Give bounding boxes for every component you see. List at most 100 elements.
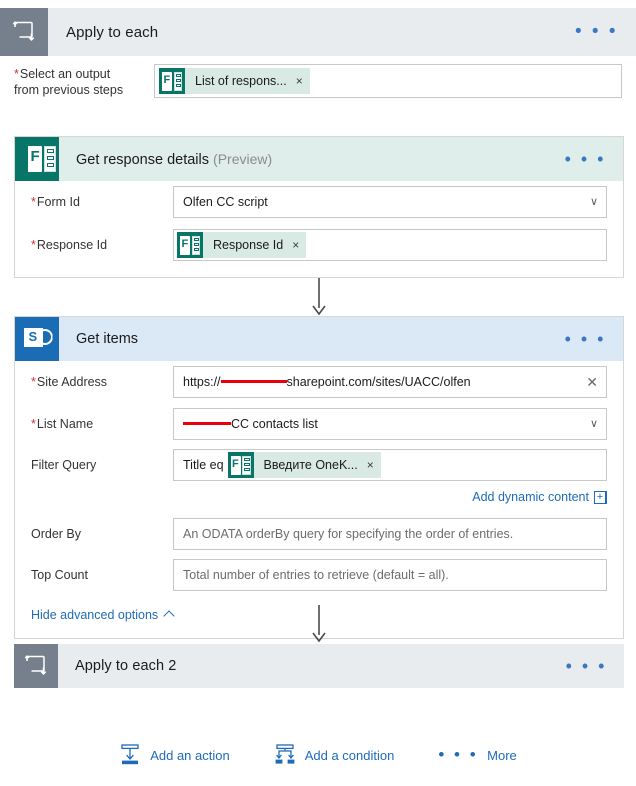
token-chip-remove-icon[interactable]: × bbox=[367, 459, 374, 471]
field-label-text: Order By bbox=[31, 527, 82, 541]
select-output-row: *Select an output from previous steps Li… bbox=[14, 64, 624, 98]
redaction-bar bbox=[220, 379, 287, 383]
add-an-action-label: Add an action bbox=[150, 747, 230, 763]
token-chip-label: Введите OneK... bbox=[263, 458, 358, 472]
field-row-top-count: Top Count Total number of entries to ret… bbox=[15, 556, 623, 594]
add-a-condition-button[interactable]: Add a condition bbox=[274, 744, 395, 766]
field-label-top-count: Top Count bbox=[31, 568, 173, 582]
chevron-down-icon[interactable]: ∨ bbox=[590, 418, 598, 430]
add-an-action-button[interactable]: Add an action bbox=[119, 744, 230, 766]
sharepoint-icon bbox=[15, 317, 59, 361]
loop-icon-glyph bbox=[24, 655, 47, 675]
redaction-bar bbox=[183, 421, 231, 425]
connector-arrow-2 bbox=[311, 605, 327, 643]
microsoft-forms-icon bbox=[177, 232, 203, 258]
microsoft-forms-icon-glyph bbox=[24, 141, 56, 177]
select-output-input[interactable]: List of respons... × bbox=[154, 64, 622, 98]
scope-title: Apply to each 2 bbox=[75, 658, 177, 674]
more-label: More bbox=[487, 747, 517, 763]
action-card-get-items: Get items • • • *Site Address https://sh… bbox=[14, 316, 624, 639]
card-title-text: Get items bbox=[76, 331, 139, 347]
filter-query-text: Title eq bbox=[183, 458, 224, 472]
token-chip-remove-icon[interactable]: × bbox=[292, 239, 299, 251]
ellipsis-icon: • • • bbox=[438, 745, 479, 764]
token-chip-label: List of respons... bbox=[195, 74, 287, 88]
token-chip-response-id[interactable]: Response Id × bbox=[177, 232, 307, 258]
field-label-text: Top Count bbox=[31, 568, 88, 582]
sharepoint-icon-glyph bbox=[23, 326, 53, 353]
field-label-text: Site Address bbox=[36, 375, 108, 389]
site-address-value-suffix: sharepoint.com/sites/UACC/olfen bbox=[286, 375, 471, 389]
card-header-get-items[interactable]: Get items • • • bbox=[15, 317, 623, 361]
field-row-order-by: Order By An ODATA orderBy query for spec… bbox=[15, 512, 623, 556]
microsoft-forms-icon bbox=[15, 137, 59, 181]
token-chip-remove-icon[interactable]: × bbox=[296, 75, 303, 87]
field-label-form-id: *Form Id bbox=[31, 195, 173, 209]
form-id-dropdown[interactable]: Olfen CC script ∨ bbox=[173, 186, 607, 218]
card-header-get-response-details[interactable]: Get response details (Preview) • • • bbox=[15, 137, 623, 181]
response-id-input[interactable]: Response Id × bbox=[173, 229, 607, 261]
scope-header-apply-to-each-2[interactable]: Apply to each 2 • • • bbox=[14, 644, 624, 688]
connector-arrow-1 bbox=[311, 278, 327, 316]
field-row-filter-query: Filter Query Title eq Введите OneK... × bbox=[15, 445, 623, 485]
microsoft-forms-icon bbox=[159, 68, 185, 94]
add-action-icon bbox=[121, 744, 139, 765]
loop-icon bbox=[14, 644, 58, 688]
list-name-dropdown[interactable]: CC contacts list ∨ bbox=[173, 408, 607, 440]
flow-action-bar: Add an action Add a condition • • • More bbox=[0, 738, 636, 772]
required-asterisk: * bbox=[31, 195, 36, 209]
arrow-down-icon bbox=[312, 278, 326, 316]
clear-icon[interactable]: ✕ bbox=[586, 375, 598, 389]
select-output-label: *Select an output from previous steps bbox=[14, 64, 154, 98]
field-row-list-name: *List Name CC contacts list ∨ bbox=[15, 403, 623, 445]
required-asterisk: * bbox=[31, 375, 36, 389]
field-label-order-by: Order By bbox=[31, 527, 173, 541]
add-condition-icon bbox=[275, 744, 295, 764]
field-label-site-address: *Site Address bbox=[31, 375, 173, 389]
token-chip-filter-query[interactable]: Введите OneK... × bbox=[227, 452, 381, 478]
filter-query-input[interactable]: Title eq Введите OneK... × bbox=[173, 449, 607, 481]
card-title-text: Get response details bbox=[76, 151, 209, 168]
required-asterisk: * bbox=[31, 238, 36, 252]
chevron-down-icon[interactable]: ∨ bbox=[590, 196, 598, 208]
add-a-condition-label: Add a condition bbox=[304, 747, 395, 763]
chevron-up-icon[interactable] bbox=[163, 610, 175, 622]
select-output-label-line2: from previous steps bbox=[14, 83, 124, 97]
more-button[interactable]: • • • More bbox=[438, 745, 517, 764]
add-dynamic-content-link[interactable]: Add dynamic content + bbox=[472, 490, 607, 504]
field-label-text: List Name bbox=[36, 417, 94, 431]
scope-header-apply-to-each[interactable]: Apply to each • • • bbox=[0, 8, 636, 56]
field-label-response-id: *Response Id bbox=[31, 238, 173, 252]
top-count-input[interactable]: Total number of entries to retrieve (def… bbox=[173, 559, 607, 591]
field-label-text: Filter Query bbox=[31, 458, 97, 472]
card-menu-button[interactable]: • • • bbox=[565, 150, 606, 168]
scope-menu-button[interactable]: • • • bbox=[575, 22, 618, 41]
field-label-text: Response Id bbox=[36, 238, 108, 252]
add-dynamic-content-row: Add dynamic content + bbox=[15, 490, 623, 504]
loop-icon bbox=[0, 8, 48, 56]
field-label-text: Form Id bbox=[36, 195, 80, 209]
token-chip-list-of-responses[interactable]: List of respons... × bbox=[159, 68, 310, 94]
field-label-list-name: *List Name bbox=[31, 417, 173, 431]
form-id-value: Olfen CC script bbox=[183, 195, 268, 209]
scope-menu-button[interactable]: • • • bbox=[566, 657, 607, 675]
top-count-placeholder: Total number of entries to retrieve (def… bbox=[183, 568, 449, 582]
scope-title: Apply to each bbox=[66, 23, 159, 41]
loop-icon-glyph bbox=[12, 21, 35, 41]
action-card-get-response-details: Get response details (Preview) • • • *Fo… bbox=[14, 136, 624, 278]
order-by-input[interactable]: An ODATA orderBy query for specifying th… bbox=[173, 518, 607, 550]
card-title: Get items bbox=[76, 331, 138, 347]
required-asterisk: * bbox=[31, 417, 36, 431]
plus-icon[interactable]: + bbox=[594, 490, 607, 504]
field-row-form-id: *Form Id Olfen CC script ∨ bbox=[15, 181, 623, 223]
token-chip-label: Response Id bbox=[213, 238, 284, 252]
order-by-placeholder: An ODATA orderBy query for specifying th… bbox=[183, 527, 514, 541]
flow-designer-canvas: Apply to each • • • *Select an output fr… bbox=[0, 0, 636, 786]
site-address-value-prefix: https:// bbox=[183, 375, 221, 389]
card-menu-button[interactable]: • • • bbox=[565, 330, 606, 348]
select-output-label-line1: Select an output bbox=[19, 67, 111, 81]
site-address-input[interactable]: https://sharepoint.com/sites/UACC/olfen … bbox=[173, 366, 607, 398]
arrow-down-icon bbox=[312, 605, 326, 643]
field-label-filter-query: Filter Query bbox=[31, 458, 173, 472]
hide-advanced-options-link[interactable]: Hide advanced options bbox=[31, 608, 175, 622]
